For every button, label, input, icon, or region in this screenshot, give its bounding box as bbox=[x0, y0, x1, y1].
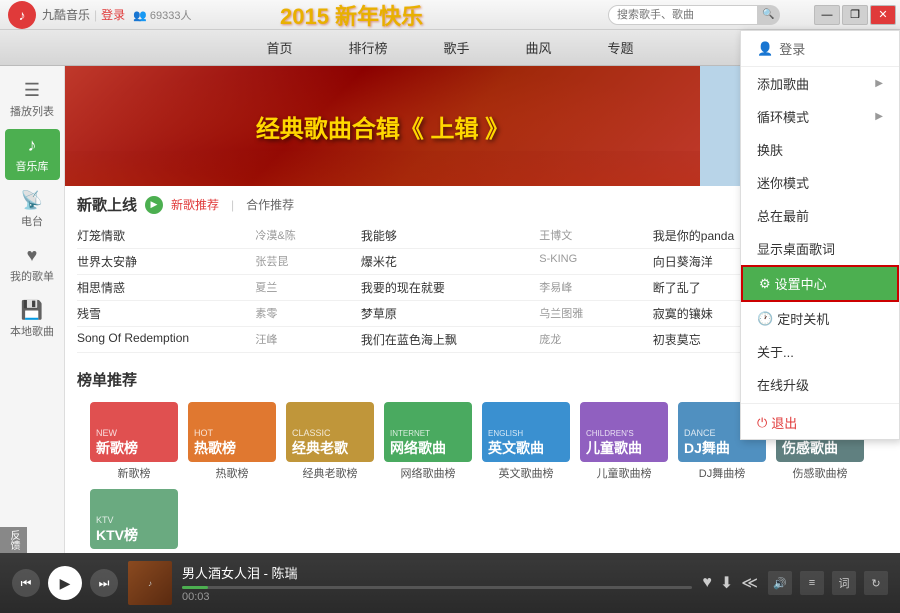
sidebar-item-radio[interactable]: 📡 电台 bbox=[5, 184, 60, 235]
title-bar: ♪ 九酷音乐 | 登录 👥 69333人 2015 新年快乐 🔍 — ❐ ✕ bbox=[0, 0, 900, 30]
chart-internet[interactable]: INTERNET 网络歌曲 网络歌曲榜 bbox=[383, 402, 473, 481]
dropdown-about[interactable]: 关于... bbox=[741, 335, 899, 368]
player-info: 男人酒女人泪 - 陈瑞 00:03 bbox=[182, 563, 692, 603]
radio-icon: 📡 bbox=[21, 190, 43, 211]
nav-specials[interactable]: 专题 bbox=[600, 34, 642, 61]
player-right-controls: 🔊 ≡ 词 ↻ bbox=[768, 571, 888, 595]
search-bar: 🔍 bbox=[608, 5, 780, 25]
nav-artists[interactable]: 歌手 bbox=[435, 34, 477, 61]
local-songs-icon: 💾 bbox=[21, 300, 43, 321]
next-button[interactable]: ⏭ bbox=[90, 569, 118, 597]
nav-charts[interactable]: 排行榜 bbox=[340, 34, 395, 61]
title-sep: | bbox=[94, 8, 97, 22]
dropdown-always-top[interactable]: 总在最前 bbox=[741, 199, 899, 232]
chart-hot-songs[interactable]: HOT 热歌榜 热歌榜 bbox=[187, 402, 277, 481]
dropdown-header-label: 登录 bbox=[779, 39, 805, 58]
user-icon: 👥 bbox=[133, 10, 147, 22]
login-link[interactable]: 登录 bbox=[101, 6, 125, 23]
dropdown-add-song[interactable]: 添加歌曲 ▶ bbox=[741, 67, 899, 100]
new-songs-title: 新歌上线 bbox=[77, 194, 137, 215]
sidebar-label-local-songs: 本地歌曲 bbox=[10, 323, 54, 339]
play-button[interactable]: ▶ bbox=[48, 566, 82, 600]
sidebar-label-radio: 电台 bbox=[21, 213, 43, 229]
feedback-button[interactable]: 反馈 bbox=[0, 527, 27, 553]
minimize-button[interactable]: — bbox=[814, 5, 840, 25]
dropdown-loop-mode[interactable]: 循环模式 ▶ bbox=[741, 100, 899, 133]
tab-partner-recommended[interactable]: 合作推荐 bbox=[246, 196, 294, 213]
share-button[interactable]: ≪ bbox=[741, 573, 758, 593]
download-button[interactable]: ⬇ bbox=[720, 573, 733, 593]
repeat-button[interactable]: ↻ bbox=[864, 571, 888, 595]
player-controls: ⏮ ▶ ⏭ bbox=[12, 566, 118, 600]
player-time: 00:03 bbox=[182, 591, 692, 603]
sidebar: ☰ 播放列表 ♪ 音乐库 📡 电台 ♥ 我的歌单 💾 本地歌曲 bbox=[0, 66, 65, 553]
dropdown-menu: 👤 登录 添加歌曲 ▶ 循环模式 ▶ 换肤 迷你模式 总在最前 显示桌面歌词 ⚙… bbox=[740, 30, 900, 440]
new-songs-tabs: 新歌推荐 | 合作推荐 bbox=[171, 196, 294, 213]
restore-button[interactable]: ❐ bbox=[842, 5, 868, 25]
dropdown-separator bbox=[741, 403, 899, 404]
nav-home[interactable]: 首页 bbox=[258, 34, 300, 61]
playlist-icon: ☰ bbox=[24, 80, 40, 101]
music-library-icon: ♪ bbox=[28, 135, 37, 156]
chart-ktv[interactable]: KTV KTV榜 KTV榜 bbox=[89, 489, 179, 553]
chart-children[interactable]: CHILDREN'S 儿童歌曲 儿童歌曲榜 bbox=[579, 402, 669, 481]
equalizer-button[interactable]: ≡ bbox=[800, 571, 824, 595]
dropdown-skin[interactable]: 换肤 bbox=[741, 133, 899, 166]
sidebar-label-music-library: 音乐库 bbox=[16, 158, 49, 174]
player-actions: ♥ ⬇ ≪ bbox=[702, 573, 758, 593]
sidebar-label-my-playlist: 我的歌单 bbox=[10, 268, 54, 284]
chart-box-new[interactable]: NEW 新歌榜 bbox=[90, 402, 178, 462]
player-album-art: ♪ bbox=[128, 561, 172, 605]
like-button[interactable]: ♥ bbox=[702, 574, 712, 592]
app-name: 九酷音乐 bbox=[42, 6, 90, 23]
new-year-banner: 2015 新年快乐 bbox=[280, 0, 423, 31]
chart-box-ktv[interactable]: KTV KTV榜 bbox=[90, 489, 178, 549]
player-bar: ⏮ ▶ ⏭ ♪ 男人酒女人泪 - 陈瑞 00:03 ♥ ⬇ ≪ 🔊 ≡ 词 ↻ bbox=[0, 553, 900, 613]
app-logo: ♪ bbox=[8, 1, 36, 29]
volume-button[interactable]: 🔊 bbox=[768, 571, 792, 595]
lyrics-button[interactable]: 词 bbox=[832, 571, 856, 595]
dropdown-header: 👤 登录 bbox=[741, 31, 899, 67]
sidebar-item-my-playlist[interactable]: ♥ 我的歌单 bbox=[5, 239, 60, 290]
nav-genre[interactable]: 曲风 bbox=[518, 34, 560, 61]
new-songs-play-button[interactable]: ▶ bbox=[145, 196, 163, 214]
user-count: 👥 69333人 bbox=[133, 7, 191, 23]
dropdown-exit[interactable]: ⏻ 退出 bbox=[741, 406, 899, 439]
banner-left[interactable]: 经典歌曲合辑《 上辑 》 bbox=[65, 66, 700, 186]
sidebar-item-local-songs[interactable]: 💾 本地歌曲 bbox=[5, 294, 60, 345]
dropdown-settings[interactable]: ⚙ 设置中心 bbox=[741, 265, 899, 302]
prev-button[interactable]: ⏮ bbox=[12, 569, 40, 597]
sidebar-item-playlist[interactable]: ☰ 播放列表 bbox=[5, 74, 60, 125]
banner-left-text: 经典歌曲合辑《 上辑 》 bbox=[256, 109, 509, 144]
close-button[interactable]: ✕ bbox=[870, 5, 896, 25]
dropdown-update[interactable]: 在线升级 bbox=[741, 368, 899, 401]
timer-icon: 🕐 bbox=[757, 311, 773, 327]
player-title: 男人酒女人泪 - 陈瑞 bbox=[182, 563, 692, 582]
window-controls: — ❐ ✕ bbox=[814, 5, 900, 25]
chart-box-hot[interactable]: HOT 热歌榜 bbox=[188, 402, 276, 462]
chart-classic[interactable]: CLASSIC 经典老歌 经典老歌榜 bbox=[285, 402, 375, 481]
exit-icon: ⏻ bbox=[757, 415, 767, 431]
dropdown-header-icon: 👤 bbox=[757, 41, 773, 57]
tab-new-recommended[interactable]: 新歌推荐 bbox=[171, 196, 219, 213]
search-button[interactable]: 🔍 bbox=[758, 5, 780, 25]
charts-title: 榜单推荐 bbox=[77, 369, 137, 390]
my-playlist-icon: ♥ bbox=[27, 245, 38, 266]
chart-box-children[interactable]: CHILDREN'S 儿童歌曲 bbox=[580, 402, 668, 462]
settings-icon: ⚙ bbox=[759, 276, 771, 292]
player-progress-fill bbox=[182, 586, 208, 589]
player-progress-bar[interactable] bbox=[182, 586, 692, 589]
sidebar-item-music-library[interactable]: ♪ 音乐库 bbox=[5, 129, 60, 180]
dropdown-mini-mode[interactable]: 迷你模式 bbox=[741, 166, 899, 199]
chart-box-classic[interactable]: CLASSIC 经典老歌 bbox=[286, 402, 374, 462]
dropdown-timer[interactable]: 🕐 定时关机 bbox=[741, 302, 899, 335]
chart-english[interactable]: ENGLISH 英文歌曲 英文歌曲榜 bbox=[481, 402, 571, 481]
chart-new-songs[interactable]: NEW 新歌榜 新歌榜 bbox=[89, 402, 179, 481]
sidebar-label-playlist: 播放列表 bbox=[10, 103, 54, 119]
search-input[interactable] bbox=[608, 5, 758, 25]
chart-box-english[interactable]: ENGLISH 英文歌曲 bbox=[482, 402, 570, 462]
chart-box-internet[interactable]: INTERNET 网络歌曲 bbox=[384, 402, 472, 462]
dropdown-desktop-lyrics[interactable]: 显示桌面歌词 bbox=[741, 232, 899, 265]
